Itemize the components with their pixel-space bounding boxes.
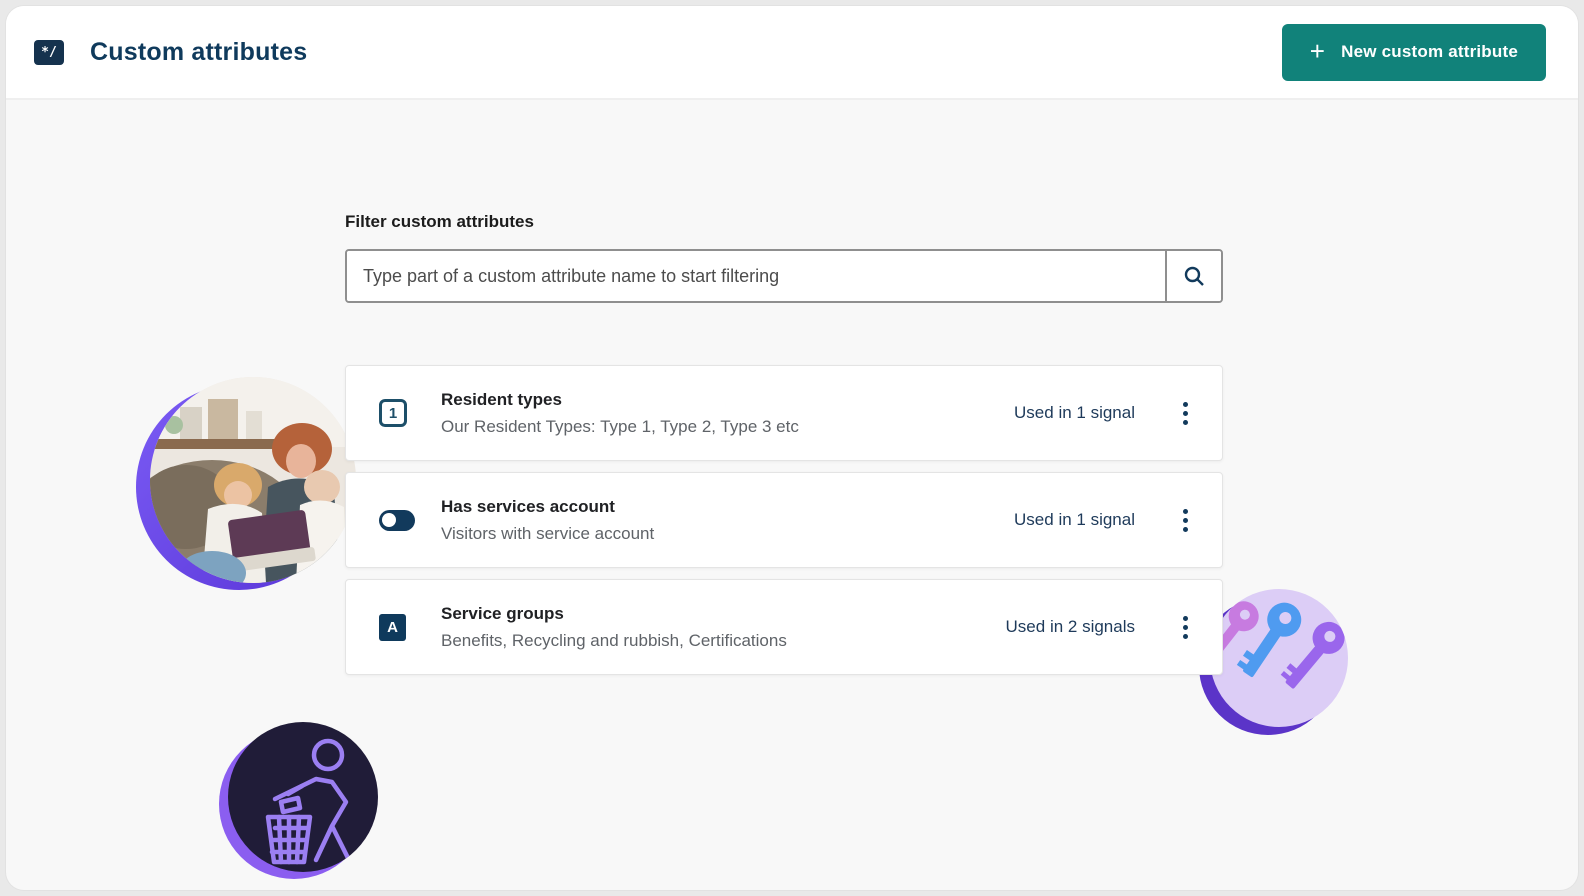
attribute-name: Service groups bbox=[441, 604, 1006, 624]
main-content: Filter custom attributes 1 bbox=[6, 100, 1578, 890]
attribute-list: 1 Resident types Our Resident Types: Typ… bbox=[345, 365, 1223, 675]
filter-label: Filter custom attributes bbox=[345, 212, 1223, 232]
attribute-row-has-services-account: Has services account Visitors with servi… bbox=[345, 472, 1223, 568]
attribute-row-resident-types: 1 Resident types Our Resident Types: Typ… bbox=[345, 365, 1223, 461]
search-button[interactable] bbox=[1165, 251, 1221, 301]
header: */ Custom attributes + New custom attrib… bbox=[6, 6, 1578, 100]
attributes-panel: Filter custom attributes 1 bbox=[345, 212, 1223, 675]
number-type-icon: 1 bbox=[379, 399, 407, 427]
search-icon bbox=[1182, 264, 1206, 288]
new-custom-attribute-label: New custom attribute bbox=[1341, 42, 1518, 62]
type-icon-wrap bbox=[379, 510, 441, 531]
recycling-image bbox=[228, 722, 378, 872]
usage-count: Used in 1 signal bbox=[1014, 403, 1135, 423]
attribute-description: Our Resident Types: Type 1, Type 2, Type… bbox=[441, 417, 1014, 437]
type-icon-wrap: 1 bbox=[379, 399, 441, 427]
usage-count: Used in 2 signals bbox=[1006, 617, 1135, 637]
attribute-row-service-groups: A Service groups Benefits, Recycling and… bbox=[345, 579, 1223, 675]
usage-count: Used in 1 signal bbox=[1014, 510, 1135, 530]
filter-search-box bbox=[345, 249, 1223, 303]
toggle-type-icon bbox=[379, 510, 415, 531]
kebab-menu-button[interactable] bbox=[1175, 396, 1196, 431]
attribute-texts: Has services account Visitors with servi… bbox=[441, 497, 1014, 544]
family-photo-decoration bbox=[150, 377, 356, 583]
keys-image bbox=[1210, 589, 1348, 727]
attribute-texts: Resident types Our Resident Types: Type … bbox=[441, 390, 1014, 437]
kebab-menu-button[interactable] bbox=[1175, 503, 1196, 538]
attribute-texts: Service groups Benefits, Recycling and r… bbox=[441, 604, 1006, 651]
header-left: */ Custom attributes bbox=[34, 38, 307, 67]
family-photo-image bbox=[150, 377, 356, 583]
text-type-icon: A bbox=[379, 614, 406, 641]
kebab-menu-button[interactable] bbox=[1175, 610, 1196, 645]
custom-attribute-icon: */ bbox=[34, 40, 64, 65]
plus-icon: + bbox=[1310, 38, 1325, 64]
attribute-name: Has services account bbox=[441, 497, 1014, 517]
attribute-description: Benefits, Recycling and rubbish, Certifi… bbox=[441, 631, 1006, 651]
app-window: */ Custom attributes + New custom attrib… bbox=[6, 6, 1578, 890]
keys-decoration bbox=[1210, 589, 1348, 727]
attribute-name: Resident types bbox=[441, 390, 1014, 410]
attribute-description: Visitors with service account bbox=[441, 524, 1014, 544]
recycling-decoration bbox=[228, 722, 378, 872]
type-icon-wrap: A bbox=[379, 614, 441, 641]
filter-input[interactable] bbox=[347, 251, 1165, 301]
page-title: Custom attributes bbox=[90, 38, 307, 67]
new-custom-attribute-button[interactable]: + New custom attribute bbox=[1282, 24, 1546, 81]
